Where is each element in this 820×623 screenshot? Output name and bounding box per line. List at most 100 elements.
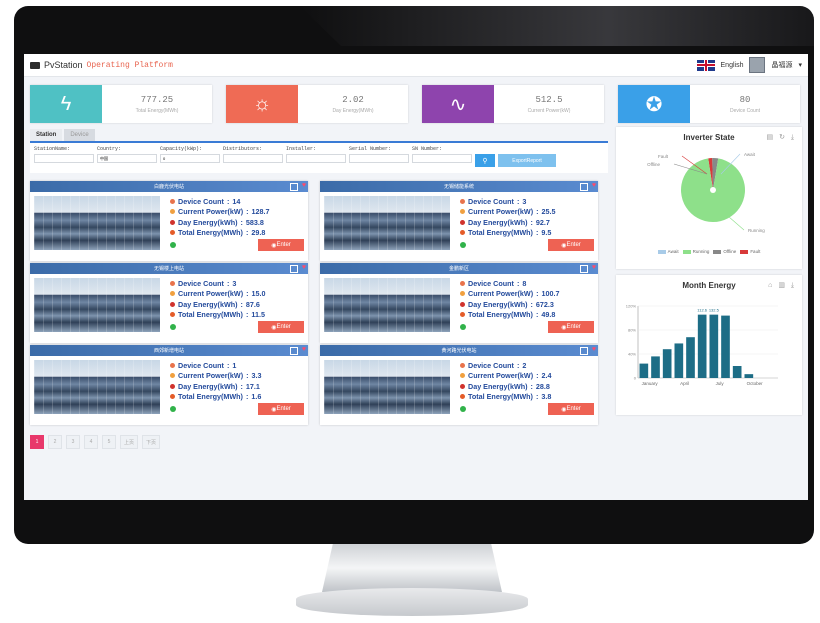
heart-icon[interactable]: ♥ bbox=[302, 182, 306, 189]
filter-input[interactable] bbox=[286, 154, 346, 163]
filter-input[interactable] bbox=[160, 154, 220, 163]
page-button[interactable]: 5 bbox=[102, 435, 116, 449]
month-bar[interactable] bbox=[674, 343, 684, 378]
heart-icon[interactable]: ♥ bbox=[302, 264, 306, 271]
enter-button[interactable]: ◉ Enter bbox=[548, 239, 594, 251]
enter-button[interactable]: ◉ Enter bbox=[548, 321, 594, 333]
station-total-row: Total Energy(MWh):3.8 bbox=[460, 392, 594, 403]
pulse-icon: ∿ bbox=[422, 85, 494, 123]
page-button[interactable]: 3 bbox=[66, 435, 80, 449]
legend-item[interactable]: Fault bbox=[740, 249, 760, 254]
metric-sep: : bbox=[245, 228, 249, 238]
metric-icon bbox=[460, 198, 465, 204]
pie-label: Offline bbox=[647, 162, 660, 167]
page-button[interactable]: 1 bbox=[30, 435, 44, 449]
station-name[interactable]: 黄河路光伏电站 bbox=[441, 347, 476, 354]
metric-value: 14 bbox=[232, 196, 241, 206]
avatar[interactable] bbox=[749, 57, 766, 73]
page-button[interactable]: 4 bbox=[84, 435, 98, 449]
language-selector[interactable]: English bbox=[721, 62, 744, 69]
enter-button[interactable]: ◉ Enter bbox=[258, 403, 304, 415]
station-card: 黄河路光伏电站 ♥ Device Count:2 Current Power(kW):… bbox=[320, 345, 598, 425]
external-link-icon[interactable] bbox=[580, 265, 588, 273]
month-bar[interactable] bbox=[732, 366, 742, 378]
filter-label: Serial Number: bbox=[349, 146, 392, 152]
station-name[interactable]: 西郊新增电站 bbox=[154, 347, 184, 354]
legend-item[interactable]: Await bbox=[657, 249, 679, 254]
external-link-icon[interactable] bbox=[290, 183, 298, 191]
legend-item[interactable]: Offline bbox=[713, 249, 736, 254]
station-name[interactable]: 金鹏新区 bbox=[449, 265, 469, 272]
month-energy-chart: 0 40% 80% 120% January April July October 112.6 1… bbox=[626, 304, 778, 386]
filter-label: StationName: bbox=[34, 146, 71, 152]
station-name[interactable]: 白鹿光伏电站 bbox=[154, 183, 184, 190]
tab-device[interactable]: Device bbox=[64, 129, 95, 141]
bar-annotation: 132.5 bbox=[709, 308, 720, 313]
external-link-icon[interactable] bbox=[580, 347, 588, 355]
enter-button[interactable]: ◉ Enter bbox=[548, 403, 594, 415]
filter-input[interactable] bbox=[412, 154, 472, 163]
filter-field: Capacity(kWp): bbox=[160, 146, 220, 163]
user-name[interactable]: 晶福源 bbox=[771, 60, 792, 70]
chart-tools[interactable]: ⌂ ▥ ⤓ bbox=[768, 281, 796, 290]
metric-value: 11.5 bbox=[251, 310, 265, 320]
metric-icon bbox=[460, 301, 465, 307]
pagination: 1 2 3 4 5 上页 下页 bbox=[30, 435, 608, 449]
chevron-down-icon[interactable]: ▾ bbox=[798, 61, 802, 69]
export-report-button[interactable]: ExportReport bbox=[498, 154, 556, 167]
status-dot-icon bbox=[460, 242, 466, 248]
filter-label: Country: bbox=[97, 146, 122, 152]
filter-input[interactable] bbox=[349, 154, 409, 163]
enter-button[interactable]: ◉ Enter bbox=[258, 239, 304, 251]
month-bar[interactable] bbox=[709, 314, 719, 378]
panel-tools[interactable]: ▤ ↻ ⤓ bbox=[767, 133, 796, 142]
metric-sep: : bbox=[245, 392, 249, 402]
filter-input[interactable] bbox=[97, 154, 157, 163]
metric-sep: : bbox=[536, 207, 539, 217]
brand-subtitle: Operating Platform bbox=[86, 60, 173, 70]
uk-flag-icon[interactable] bbox=[696, 59, 715, 71]
month-bar[interactable] bbox=[744, 374, 754, 378]
heart-icon[interactable]: ♥ bbox=[302, 346, 306, 353]
brand[interactable]: PvStation Operating Platform bbox=[30, 60, 173, 70]
month-bar[interactable] bbox=[721, 315, 730, 378]
heart-icon[interactable]: ♥ bbox=[592, 264, 596, 271]
stat-label: Day Energy(MWh) bbox=[332, 107, 374, 114]
external-link-icon[interactable] bbox=[580, 183, 588, 191]
filter-input[interactable] bbox=[223, 154, 283, 163]
metric-sep: : bbox=[226, 278, 230, 288]
next-page-button[interactable]: 下页 bbox=[142, 435, 160, 449]
page-button[interactable]: 2 bbox=[48, 435, 62, 449]
filter-input[interactable] bbox=[34, 154, 94, 163]
month-bar[interactable] bbox=[651, 356, 660, 378]
heart-icon[interactable]: ♥ bbox=[592, 346, 596, 353]
status-dot-icon bbox=[460, 406, 466, 412]
metric-sep: : bbox=[535, 228, 539, 238]
station-name[interactable]: 无锡楼上电站 bbox=[154, 265, 184, 272]
status-dot-icon bbox=[170, 406, 176, 412]
tab-station[interactable]: Station bbox=[30, 129, 63, 141]
y-tick-label: 40% bbox=[628, 352, 636, 357]
metric-label: Device Count bbox=[468, 278, 514, 288]
month-bar[interactable] bbox=[686, 337, 695, 378]
station-total-row: Total Energy(MWh):29.8 bbox=[170, 228, 304, 239]
prev-page-button[interactable]: 上页 bbox=[120, 435, 138, 449]
metric-icon bbox=[170, 291, 175, 297]
metric-icon bbox=[460, 362, 465, 368]
metric-label: Day Energy(kWh) bbox=[178, 381, 238, 391]
station-day-row: Day Energy(kWh):92.7 bbox=[460, 217, 594, 228]
metric-sep: : bbox=[246, 207, 249, 217]
external-link-icon[interactable] bbox=[290, 265, 298, 273]
heart-icon[interactable]: ♥ bbox=[592, 182, 596, 189]
enter-button[interactable]: ◉ Enter bbox=[258, 321, 304, 333]
month-bar[interactable] bbox=[639, 363, 649, 378]
month-bar[interactable] bbox=[662, 349, 672, 378]
station-card: 无锡储能系统 ♥ Device Count:3 Current Power(kW):2… bbox=[320, 181, 598, 261]
legend-swatch bbox=[657, 249, 666, 254]
search-button[interactable]: ⚲ bbox=[475, 154, 495, 167]
legend-item[interactable]: Running bbox=[682, 249, 709, 254]
external-link-icon[interactable] bbox=[290, 347, 298, 355]
metric-icon bbox=[170, 280, 175, 286]
station-name[interactable]: 无锡储能系统 bbox=[444, 183, 474, 190]
month-bar[interactable] bbox=[697, 314, 707, 378]
